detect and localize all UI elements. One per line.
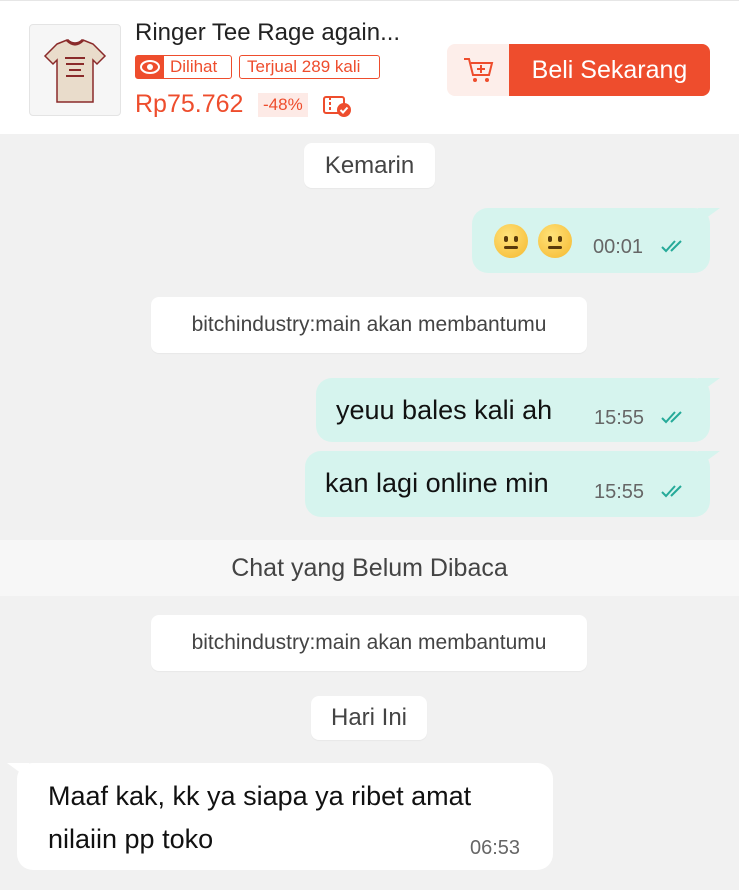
- system-message: bitchindustry:main akan membantumu: [151, 297, 587, 353]
- message-time: 00:01: [593, 236, 644, 258]
- date-chip-yesterday: Kemarin: [304, 143, 435, 188]
- product-title[interactable]: Ringer Tee Rage again...: [135, 19, 400, 47]
- viewed-badge: Dilihat: [135, 55, 232, 79]
- double-check-icon: [661, 485, 682, 498]
- double-check-icon: [661, 240, 682, 253]
- message-bubble-outgoing[interactable]: 😐😐 00:01: [472, 208, 720, 273]
- message-bubble-outgoing[interactable]: kan lagi online min 15:55: [305, 451, 720, 517]
- product-price: Rp75.762: [135, 90, 244, 118]
- date-chip-today: Hari Ini: [311, 696, 427, 740]
- neutral-face-emoji: [494, 224, 528, 258]
- cart-plus-icon: [464, 58, 494, 82]
- message-text: kan lagi online min: [325, 468, 549, 498]
- eye-icon: [136, 56, 164, 78]
- sold-count-badge: Terjual 289 kali: [239, 55, 380, 79]
- message-bubble-incoming[interactable]: Maaf kak, kk ya siapa ya ribet amat nila…: [7, 763, 553, 870]
- message-text: yeuu bales kali ah: [336, 395, 553, 425]
- unread-divider: Chat yang Belum Dibaca: [0, 540, 739, 596]
- tshirt-image: [43, 38, 107, 103]
- message-time: 15:55: [594, 407, 645, 429]
- sold-label: Terjual 289 kali: [247, 57, 361, 76]
- message-bubble-outgoing[interactable]: yeuu bales kali ah 15:55: [316, 378, 720, 442]
- neutral-face-emoji: [538, 224, 572, 258]
- voucher-icon: [322, 94, 352, 123]
- system-message: bitchindustry:main akan membantumu: [151, 615, 587, 671]
- product-thumbnail[interactable]: [29, 24, 121, 116]
- add-to-cart-button[interactable]: [447, 44, 509, 96]
- viewed-label: Dilihat: [170, 57, 218, 76]
- message-time: 15:55: [594, 481, 645, 503]
- message-text: Maaf kak, kk ya siapa ya ribet amat: [48, 781, 472, 811]
- buy-now-button[interactable]: Beli Sekarang: [509, 44, 710, 96]
- product-card[interactable]: Ringer Tee Rage again... Dilihat Terjual…: [0, 0, 739, 134]
- discount-badge: -48%: [258, 93, 308, 117]
- message-time: 06:53: [470, 837, 521, 859]
- double-check-icon: [661, 411, 682, 424]
- message-text-line2: nilaiin pp toko: [48, 824, 214, 854]
